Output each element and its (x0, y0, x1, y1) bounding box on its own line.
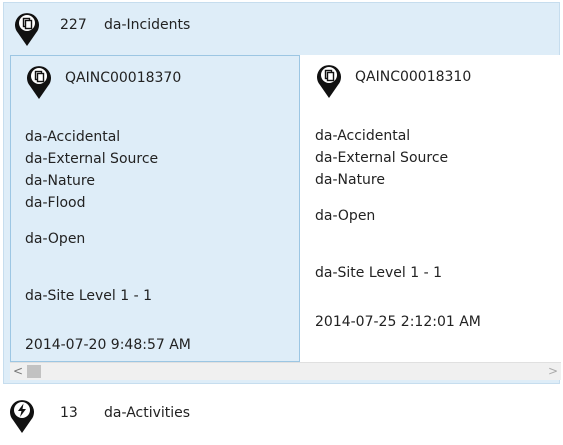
incident-type: da-Nature (315, 172, 385, 188)
incident-pin-icon (315, 61, 343, 99)
incident-site: da-Site Level 1 - 1 (315, 265, 443, 281)
activities-count: 13 (60, 405, 78, 421)
incident-source: da-External Source (25, 151, 159, 167)
incident-cards-list: QAINC00018370 da-Accidental da-External … (10, 55, 561, 362)
incident-source: da-External Source (315, 150, 449, 166)
incident-id: QAINC00018310 (355, 69, 472, 85)
incidents-title[interactable]: da-Incidents (104, 17, 190, 33)
activity-pin-icon (8, 396, 36, 434)
incident-category: da-Accidental (25, 129, 121, 145)
scroll-left-button[interactable]: < (10, 363, 26, 380)
scroll-thumb[interactable] (27, 365, 41, 378)
incident-pin-icon (25, 62, 53, 100)
incidents-count: 227 (60, 17, 87, 33)
horizontal-scrollbar[interactable]: < > (10, 362, 561, 380)
incident-date: 2014-07-20 9:48:57 AM (25, 337, 191, 353)
incident-category: da-Accidental (315, 128, 411, 144)
incident-card[interactable]: QAINC00018370 da-Accidental da-External … (10, 55, 300, 362)
incident-id: QAINC00018370 (65, 70, 182, 86)
incident-type: da-Nature (25, 173, 95, 189)
activities-title[interactable]: da-Activities (104, 405, 190, 421)
incident-subtype: da-Flood (25, 195, 86, 211)
incident-pin-icon (13, 9, 41, 47)
incident-status: da-Open (25, 231, 86, 247)
incident-date: 2014-07-25 2:12:01 AM (315, 314, 481, 330)
incident-site: da-Site Level 1 - 1 (25, 288, 153, 304)
scroll-right-button[interactable]: > (545, 363, 561, 380)
incident-card[interactable]: QAINC00018310 da-Accidental da-External … (301, 55, 561, 362)
incident-status: da-Open (315, 208, 376, 224)
